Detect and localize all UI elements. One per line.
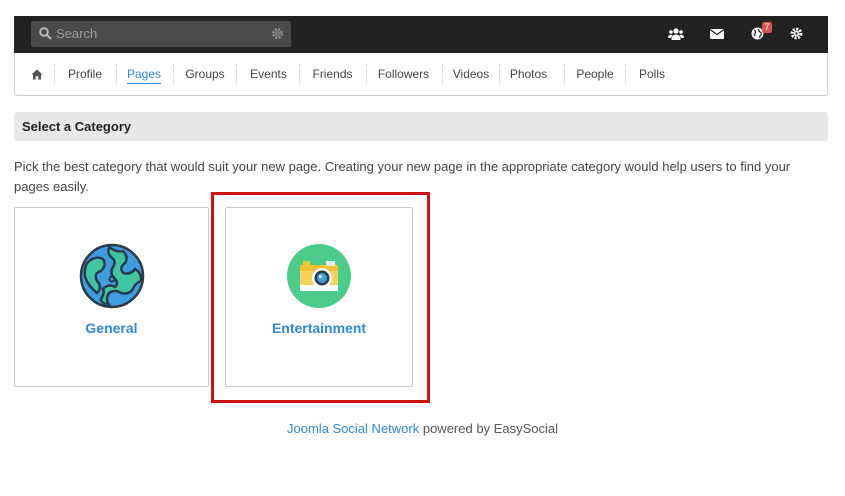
nav-item-events[interactable]: Events [244,53,293,95]
footer: Joomla Social Network powered by EasySoc… [0,421,845,436]
nav-item-groups[interactable]: Groups [181,53,229,95]
nav-divider [173,64,174,84]
notification-count-badge: 7 [762,22,772,33]
friends-icon[interactable] [668,27,684,44]
top-toolbar: Search 7 [14,16,828,53]
search-box[interactable]: Search [31,21,291,47]
nav-divider [625,64,626,84]
search-settings-gear-icon[interactable] [271,27,284,43]
profile-nav-bar: Profile Pages Groups Events Friends Foll… [14,53,828,96]
globe-icon [79,243,145,309]
section-title: Select a Category [14,112,828,141]
nav-item-people[interactable]: People [571,53,619,95]
nav-item-friends[interactable]: Friends [307,53,358,95]
nav-item-followers[interactable]: Followers [373,53,434,95]
nav-item-pages[interactable]: Pages [123,53,165,95]
category-label[interactable]: General [15,320,208,336]
selection-highlight-frame [211,192,430,403]
settings-gear-icon[interactable] [790,27,803,43]
category-card-general[interactable]: General [14,207,209,387]
nav-divider [499,64,500,84]
section-description: Pick the best category that would suit y… [14,159,791,194]
footer-suffix: powered by EasySocial [419,421,558,436]
messages-envelope-icon[interactable] [709,28,725,43]
nav-divider [366,64,367,84]
nav-divider [564,64,565,84]
nav-item-videos[interactable]: Videos [449,53,493,95]
nav-divider [116,64,117,84]
nav-divider [236,64,237,84]
nav-item-polls[interactable]: Polls [633,53,671,95]
footer-link[interactable]: Joomla Social Network [287,421,419,436]
search-input[interactable]: Search [56,26,97,41]
nav-divider [442,64,443,84]
home-icon[interactable] [27,53,47,95]
nav-divider [54,64,55,84]
nav-divider [299,64,300,84]
nav-item-profile[interactable]: Profile [61,53,109,95]
search-icon [39,27,52,43]
nav-item-photos[interactable]: Photos [506,53,551,95]
